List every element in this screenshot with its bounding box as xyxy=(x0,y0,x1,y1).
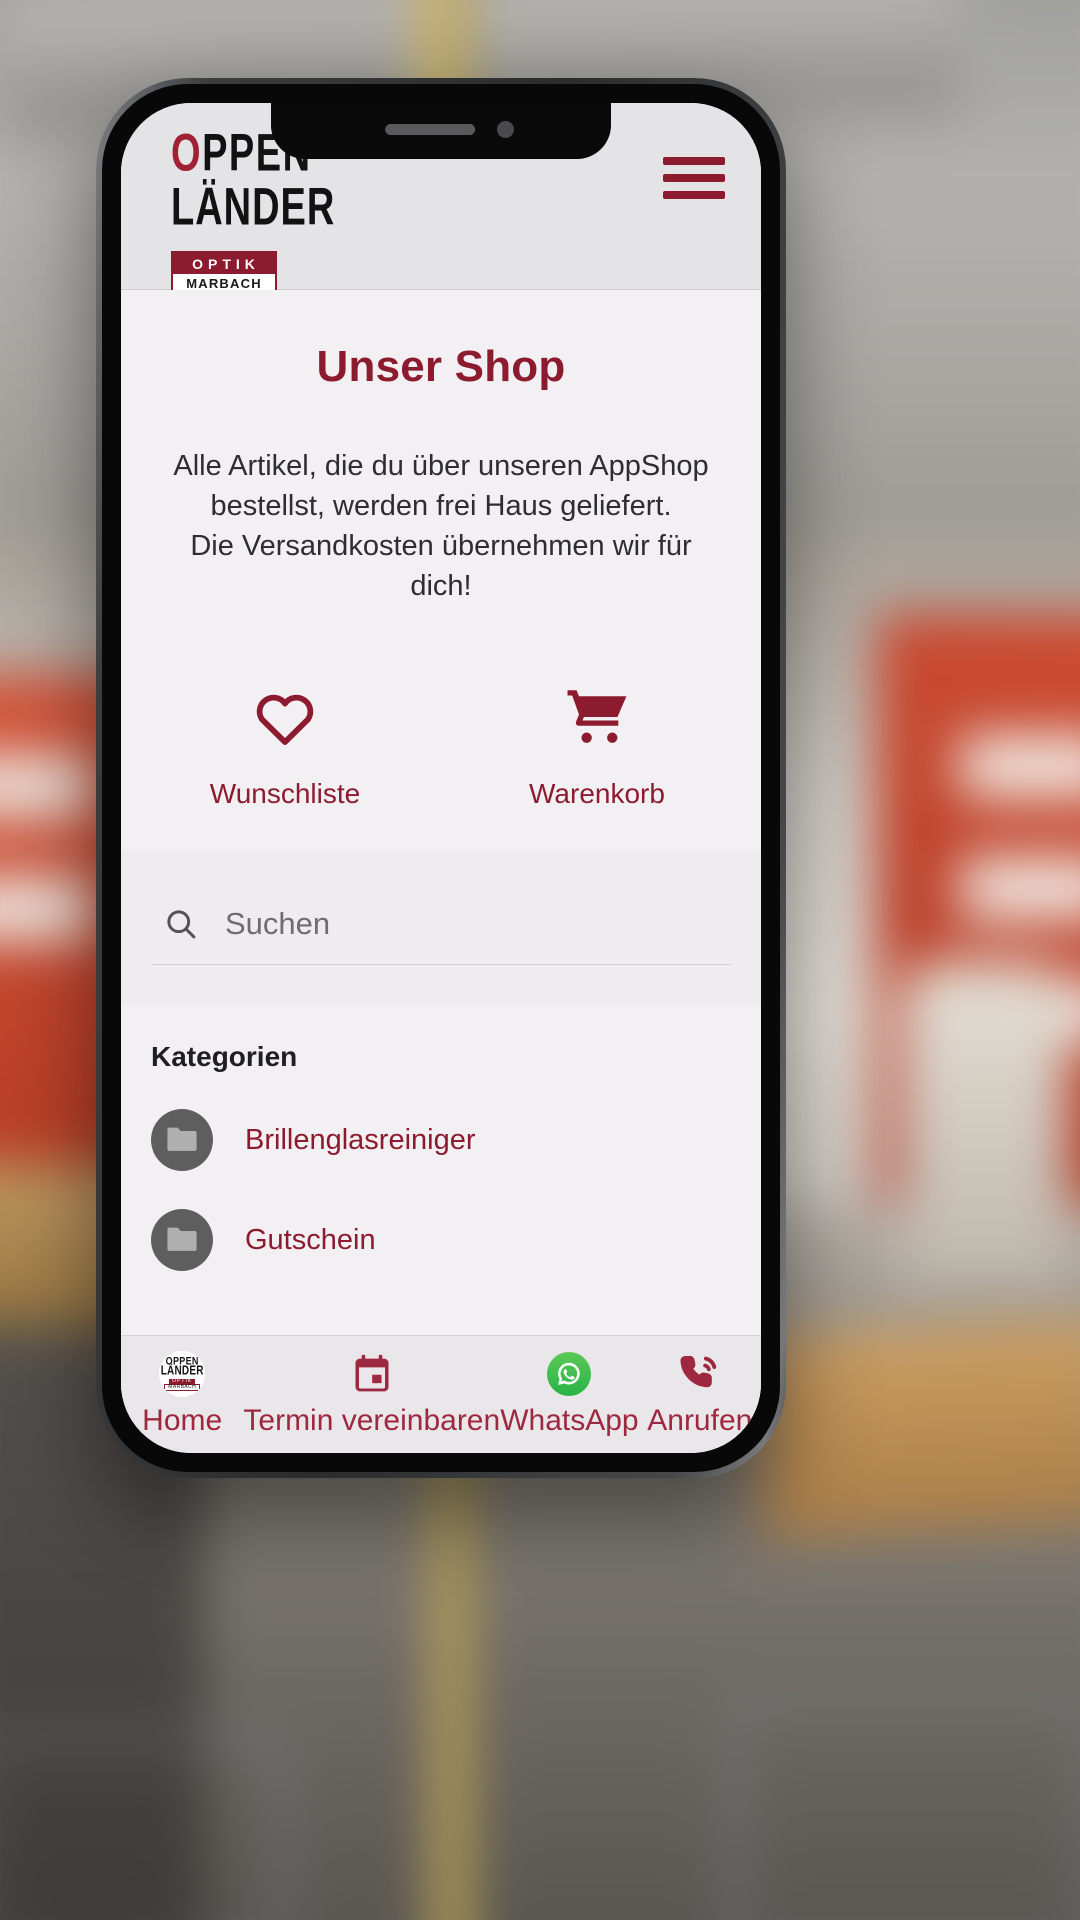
nav-item-whatsapp[interactable]: WhatsApp xyxy=(500,1351,639,1438)
quick-actions: Wunschliste Warenkorb xyxy=(121,684,761,810)
whatsapp-icon xyxy=(547,1351,592,1397)
category-label: Brillenglasreiniger xyxy=(245,1123,476,1156)
search-section xyxy=(121,850,761,1006)
app-content: Unser Shop Alle Artikel, die du über uns… xyxy=(121,290,761,1335)
wishlist-label: Wunschliste xyxy=(209,778,361,810)
hamburger-bar xyxy=(663,157,725,165)
shopping-cart-icon xyxy=(564,684,630,750)
intro-line: bestellst, werden frei Haus geliefert. xyxy=(210,490,672,523)
bg-shelf xyxy=(960,735,1080,797)
phone-call-icon xyxy=(678,1351,722,1397)
bg-chair xyxy=(900,960,1068,1287)
cart-button[interactable]: Warenkorb xyxy=(441,684,753,810)
nav-label-home: Home xyxy=(142,1404,223,1437)
bg-shelf xyxy=(0,878,96,940)
categories-section: Kategorien Brillenglasreiniger Gutschein xyxy=(121,1005,761,1281)
nav-item-anrufen[interactable]: Anrufen xyxy=(639,1351,761,1438)
folder-icon xyxy=(151,1109,213,1172)
bg-shelf xyxy=(0,756,96,818)
folder-icon xyxy=(151,1209,213,1272)
page-title: Unser Shop xyxy=(316,342,566,391)
bg-floor-frame xyxy=(732,1694,1080,1920)
logo-optik-text: OPTIK xyxy=(192,256,260,273)
phone-screen: OPPEN LÄNDER OPTIK MARBACH Unser Shop Al… xyxy=(121,103,761,1453)
categories-title: Kategorien xyxy=(151,1041,298,1073)
front-camera-icon xyxy=(497,121,514,138)
intro-text: Alle Artikel, die du über unseren AppSho… xyxy=(161,446,721,606)
heart-outline-icon xyxy=(252,684,318,750)
logo-line-2: LÄNDER xyxy=(171,178,336,237)
nav-label-anrufen: Anrufen xyxy=(647,1404,753,1437)
search-box[interactable] xyxy=(151,906,731,966)
calendar-icon xyxy=(350,1351,394,1397)
brand-logo[interactable]: OPPEN LÄNDER OPTIK MARBACH xyxy=(171,128,336,297)
logo-red-o: O xyxy=(171,124,203,183)
app-root: OPPEN LÄNDER OPTIK MARBACH Unser Shop Al… xyxy=(121,103,761,1453)
hamburger-bar xyxy=(663,191,725,199)
cart-label: Warenkorb xyxy=(529,778,665,810)
wishlist-button[interactable]: Wunschliste xyxy=(129,684,441,810)
intro-line: Alle Artikel, die du über unseren AppSho… xyxy=(173,450,709,482)
badge-line-4: MARBACH xyxy=(164,1384,201,1391)
bg-shelf xyxy=(960,858,1080,920)
phone-notch xyxy=(271,103,611,159)
bg-floor-frame xyxy=(0,1735,288,1920)
earpiece-speaker-icon xyxy=(385,124,476,135)
bg-pillar xyxy=(432,1408,473,1920)
hamburger-menu-icon[interactable] xyxy=(663,157,725,199)
oppenlaender-logo-icon: OPPEN LÄNDER OPTIK MARBACH xyxy=(159,1351,206,1397)
bg-table xyxy=(750,1317,1080,1541)
badge-line-2: LÄNDER xyxy=(160,1364,204,1379)
category-label: Gutschein xyxy=(245,1223,376,1256)
whatsapp-circle xyxy=(547,1352,592,1396)
nav-item-termin[interactable]: Termin vereinbaren xyxy=(243,1351,500,1438)
nav-label-termin: Termin vereinbaren xyxy=(243,1404,501,1437)
intro-line: Die Versandkosten übernehmen wir für dic… xyxy=(190,530,692,603)
category-item-brillenglasreiniger[interactable]: Brillenglasreiniger xyxy=(151,1099,731,1181)
home-logo-badge: OPPEN LÄNDER OPTIK MARBACH xyxy=(159,1351,206,1397)
phone-bezel: OPPEN LÄNDER OPTIK MARBACH Unser Shop Al… xyxy=(102,84,780,1472)
search-input[interactable] xyxy=(225,906,731,943)
hamburger-bar xyxy=(663,174,725,182)
search-icon xyxy=(163,906,199,942)
category-item-gutschein[interactable]: Gutschein xyxy=(151,1199,731,1281)
nav-item-home[interactable]: OPPEN LÄNDER OPTIK MARBACH Home xyxy=(121,1351,243,1438)
logo-line-1: OPPEN xyxy=(171,128,310,180)
phone-device: OPPEN LÄNDER OPTIK MARBACH Unser Shop Al… xyxy=(96,78,786,1478)
nav-label-whatsapp: WhatsApp xyxy=(500,1404,639,1437)
bottom-navigation: OPPEN LÄNDER OPTIK MARBACH Home Termin v… xyxy=(121,1335,761,1453)
